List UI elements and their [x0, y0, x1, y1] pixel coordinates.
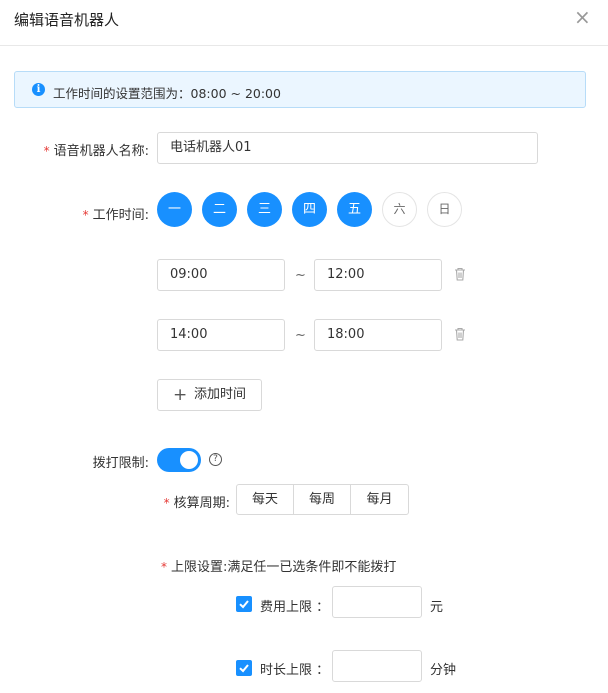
cost-limit-label: 费用上限 ： — [260, 600, 330, 615]
day-toggle-tue[interactable]: 二 — [202, 192, 237, 227]
day-toggle-sun[interactable]: 日 — [427, 192, 462, 227]
cost-limit-input[interactable] — [332, 586, 422, 618]
info-icon: i — [32, 83, 45, 96]
robot-name-input[interactable]: 电话机器人01 — [157, 132, 538, 164]
cost-unit: 元 — [430, 600, 444, 615]
dial-limit-label: 拨打限制: — [92, 456, 149, 471]
day-toggle-sat[interactable]: 六 — [382, 192, 417, 227]
period-option-weekly[interactable]: 每周 — [294, 485, 351, 514]
plus-icon: + — [173, 385, 188, 405]
check-icon — [239, 664, 249, 673]
trash-icon[interactable] — [452, 326, 468, 342]
work-time-label: * 工作时间: — [82, 208, 149, 223]
add-time-label: 添加时间 — [194, 387, 247, 402]
switch-knob — [180, 451, 198, 469]
duration-limit-checkbox[interactable] — [236, 660, 252, 676]
info-alert: i 工作时间的设置范围为：08:00 ~ 20:00 — [14, 71, 586, 108]
edit-robot-dialog: 编辑语音机器人 × i 工作时间的设置范围为：08:00 ~ 20:00 * 语音… — [0, 0, 608, 693]
time-range-2-end[interactable]: 18:00 — [314, 319, 442, 351]
day-toggle-fri[interactable]: 五 — [337, 192, 372, 227]
dial-limit-switch[interactable] — [157, 448, 201, 472]
period-option-daily[interactable]: 每天 — [237, 485, 294, 514]
time-range-1-start[interactable]: 09:00 — [157, 259, 285, 291]
limit-settings-label: * 上限设置:满足任一已选条件即不能拨打 — [161, 560, 397, 575]
add-time-button[interactable]: + 添加时间 — [157, 379, 262, 411]
day-toggle-mon[interactable]: 一 — [157, 192, 192, 227]
robot-name-label: * 语音机器人名称: — [43, 144, 149, 159]
duration-limit-input[interactable] — [332, 650, 422, 682]
range-separator: ~ — [295, 268, 306, 283]
period-option-monthly[interactable]: 每月 — [351, 485, 408, 514]
time-range-1-end[interactable]: 12:00 — [314, 259, 442, 291]
check-icon — [239, 600, 249, 609]
range-separator: ~ — [295, 328, 306, 343]
alert-text: 工作时间的设置范围为：08:00 ~ 20:00 — [53, 86, 281, 101]
period-label: * 核算周期: — [163, 496, 230, 511]
dialog-header: 编辑语音机器人 × — [0, 0, 608, 46]
day-toggle-wed[interactable]: 三 — [247, 192, 282, 227]
duration-unit: 分钟 — [430, 663, 457, 678]
period-segmented: 每天 每周 每月 — [236, 484, 409, 515]
dialog-title: 编辑语音机器人 — [14, 11, 120, 29]
trash-icon[interactable] — [452, 266, 468, 282]
cost-limit-checkbox[interactable] — [236, 596, 252, 612]
day-toggle-thu[interactable]: 四 — [292, 192, 327, 227]
question-icon[interactable]: ? — [209, 453, 222, 466]
duration-limit-label: 时长上限 ： — [260, 663, 330, 678]
time-range-2-start[interactable]: 14:00 — [157, 319, 285, 351]
close-icon[interactable]: × — [574, 7, 591, 27]
